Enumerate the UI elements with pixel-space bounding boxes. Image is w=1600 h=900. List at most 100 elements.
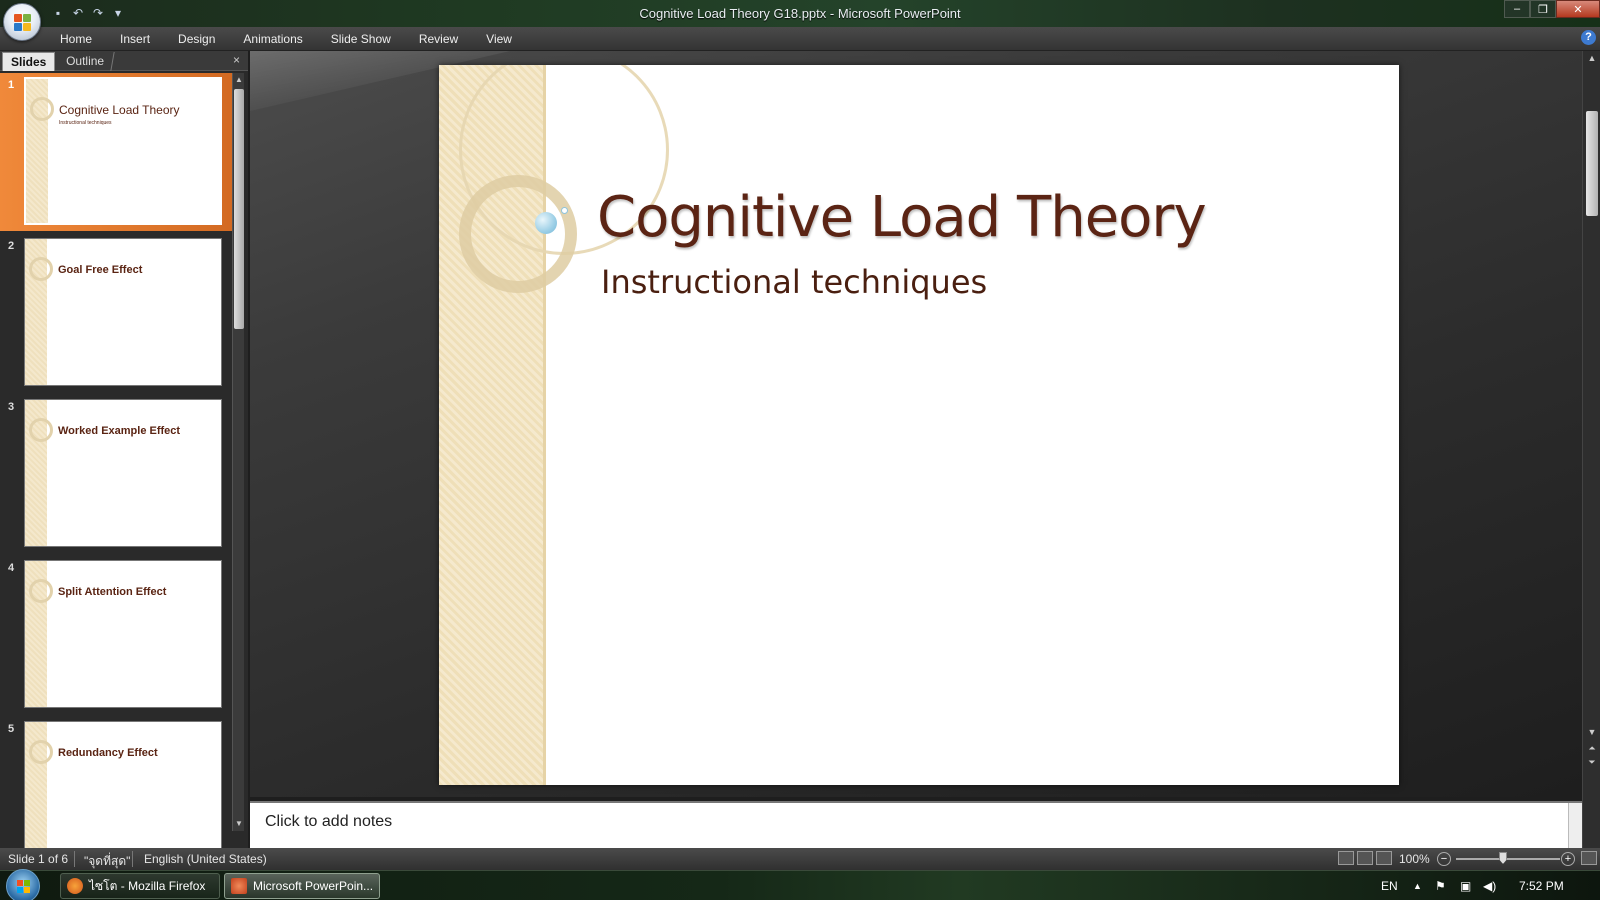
previous-slide-icon[interactable]: ⏶	[1583, 743, 1600, 754]
thumbnail-title: Redundancy Effect	[58, 747, 158, 759]
panel-tabs: Slides Outline ×	[0, 51, 248, 71]
decorative-ring	[459, 175, 577, 293]
close-button[interactable]: ✕	[1556, 0, 1600, 18]
slide-title[interactable]: Cognitive Load Theory	[597, 185, 1207, 250]
thumbnail-preview: Cognitive Load Theory Instructional tech…	[24, 77, 222, 225]
start-button[interactable]	[6, 869, 40, 900]
decorative-bubble	[535, 212, 557, 234]
taskbar-powerpoint[interactable]: Microsoft PowerPoin...	[224, 873, 380, 899]
window-title: Cognitive Load Theory G18.pptx - Microso…	[639, 6, 961, 21]
slide-thumbnail-1[interactable]: 1 Cognitive Load Theory Instructional te…	[0, 73, 232, 231]
slide-editor: Cognitive Load Theory Instructional tech…	[250, 51, 1582, 797]
thumbnail-title: Cognitive Load Theory	[59, 103, 180, 117]
tab-review[interactable]: Review	[405, 27, 472, 51]
show-hidden-icons-icon[interactable]: ▲	[1413, 881, 1422, 891]
title-bar: ▪ ↶ ↷ ▾ Cognitive Load Theory G18.pptx -…	[0, 0, 1600, 27]
zoom-slider-handle[interactable]	[1499, 852, 1507, 864]
tab-outline-label: Outline	[66, 54, 105, 68]
notes-pane[interactable]: Click to add notes	[250, 801, 1582, 848]
divider	[74, 851, 75, 867]
zoom-out-icon[interactable]: −	[1437, 852, 1451, 866]
window-controls: ‒ ❐ ✕	[1504, 0, 1600, 18]
tab-outline[interactable]: Outline	[56, 52, 115, 71]
thumbnail-subtitle: Instructional techniques	[59, 120, 112, 126]
tab-slide-show[interactable]: Slide Show	[317, 27, 405, 51]
clock[interactable]: 7:52 PM	[1519, 879, 1564, 893]
tab-home[interactable]: Home	[46, 27, 106, 51]
slide-counter: Slide 1 of 6	[8, 852, 69, 866]
next-slide-icon[interactable]: ⏷	[1583, 757, 1600, 768]
decorative-ring	[30, 97, 54, 121]
panel-scrollbar[interactable]: ▲ ▼	[232, 73, 244, 831]
notes-scrollbar[interactable]	[1568, 803, 1582, 848]
firefox-icon	[67, 878, 83, 894]
powerpoint-icon	[231, 878, 247, 894]
slides-panel: Slides Outline × 1 Cognitive Load Theory…	[0, 51, 248, 848]
slide-number: 2	[8, 240, 15, 252]
scroll-down-icon[interactable]: ▼	[233, 817, 245, 831]
volume-icon[interactable]: ◀)	[1483, 879, 1496, 893]
taskbar: ไซโต - Mozilla Firefox Microsoft PowerPo…	[0, 869, 1600, 900]
close-icon[interactable]: ×	[233, 53, 240, 67]
notes-placeholder: Click to add notes	[265, 813, 393, 830]
zoom-level[interactable]: 100%	[1399, 852, 1430, 866]
slide-thumbnail-4[interactable]: 4 Split Attention Effect	[0, 556, 232, 714]
slide-thumbnails: 1 Cognitive Load Theory Instructional te…	[0, 73, 232, 848]
scroll-up-icon[interactable]: ▲	[1583, 53, 1600, 63]
scrollbar-thumb[interactable]	[234, 89, 244, 329]
network-icon[interactable]: ▣	[1460, 879, 1471, 893]
slide-thumbnail-5[interactable]: 5 Redundancy Effect	[0, 717, 232, 848]
taskbar-powerpoint-label: Microsoft PowerPoin...	[253, 879, 374, 893]
zoom-slider[interactable]	[1456, 858, 1560, 860]
decorative-ring	[29, 257, 53, 281]
slide-show-view-icon[interactable]	[1376, 851, 1392, 865]
thumbnail-preview: Redundancy Effect	[24, 721, 222, 848]
scroll-down-icon[interactable]: ▼	[1583, 727, 1600, 737]
slide-thumbnail-3[interactable]: 3 Worked Example Effect	[0, 395, 232, 553]
action-center-flag-icon[interactable]: ⚑	[1435, 879, 1446, 893]
thumbnail-preview: Worked Example Effect	[24, 399, 222, 547]
scrollbar-thumb[interactable]	[1586, 111, 1598, 216]
slide-sorter-view-icon[interactable]	[1357, 851, 1373, 865]
decorative-bubble	[561, 207, 568, 214]
tab-insert[interactable]: Insert	[106, 27, 164, 51]
tab-view[interactable]: View	[472, 27, 526, 51]
editor-scrollbar[interactable]: ▲ ▼ ⏶ ⏷	[1582, 51, 1600, 848]
ribbon: Home Insert Design Animations Slide Show…	[0, 27, 1600, 51]
tab-slides[interactable]: Slides	[2, 52, 56, 71]
thumbnail-preview: Goal Free Effect	[24, 238, 222, 386]
minimize-button[interactable]: ‒	[1504, 0, 1530, 18]
thumbnail-preview: Split Attention Effect	[24, 560, 222, 708]
taskbar-firefox[interactable]: ไซโต - Mozilla Firefox	[60, 873, 220, 899]
scroll-up-icon[interactable]: ▲	[233, 73, 245, 87]
tab-animations[interactable]: Animations	[229, 27, 316, 51]
maximize-button[interactable]: ❐	[1530, 0, 1556, 18]
tab-design[interactable]: Design	[164, 27, 229, 51]
divider	[132, 851, 133, 867]
thumbnail-title: Worked Example Effect	[58, 425, 181, 437]
slide-thumbnail-2[interactable]: 2 Goal Free Effect	[0, 234, 232, 392]
language-bar[interactable]: EN	[1381, 879, 1398, 893]
normal-view-icon[interactable]	[1338, 851, 1354, 865]
office-logo-icon	[14, 14, 32, 32]
slide-number: 1	[8, 79, 15, 91]
slide-number: 4	[8, 562, 15, 574]
thumbnail-title: Split Attention Effect	[58, 586, 167, 598]
decorative-ring	[29, 740, 53, 764]
thumbnail-title: Goal Free Effect	[58, 264, 143, 276]
status-bar: Slide 1 of 6 "จุดที่สุด" English (United…	[0, 848, 1600, 870]
theme-name[interactable]: "จุดที่สุด"	[84, 852, 130, 871]
slide-number: 5	[8, 723, 15, 735]
help-icon[interactable]: ?	[1581, 30, 1596, 45]
fit-to-window-icon[interactable]	[1581, 851, 1597, 865]
zoom-in-icon[interactable]: +	[1561, 852, 1575, 866]
decorative-ring	[29, 579, 53, 603]
windows-logo-icon	[17, 880, 31, 894]
language-indicator[interactable]: English (United States)	[144, 852, 267, 866]
current-slide[interactable]: Cognitive Load Theory Instructional tech…	[439, 65, 1399, 785]
decorative-ring	[29, 418, 53, 442]
office-button[interactable]	[3, 3, 41, 41]
slide-number: 3	[8, 401, 15, 413]
ribbon-tabs: Home Insert Design Animations Slide Show…	[46, 27, 526, 51]
slide-subtitle[interactable]: Instructional techniques	[601, 263, 987, 301]
